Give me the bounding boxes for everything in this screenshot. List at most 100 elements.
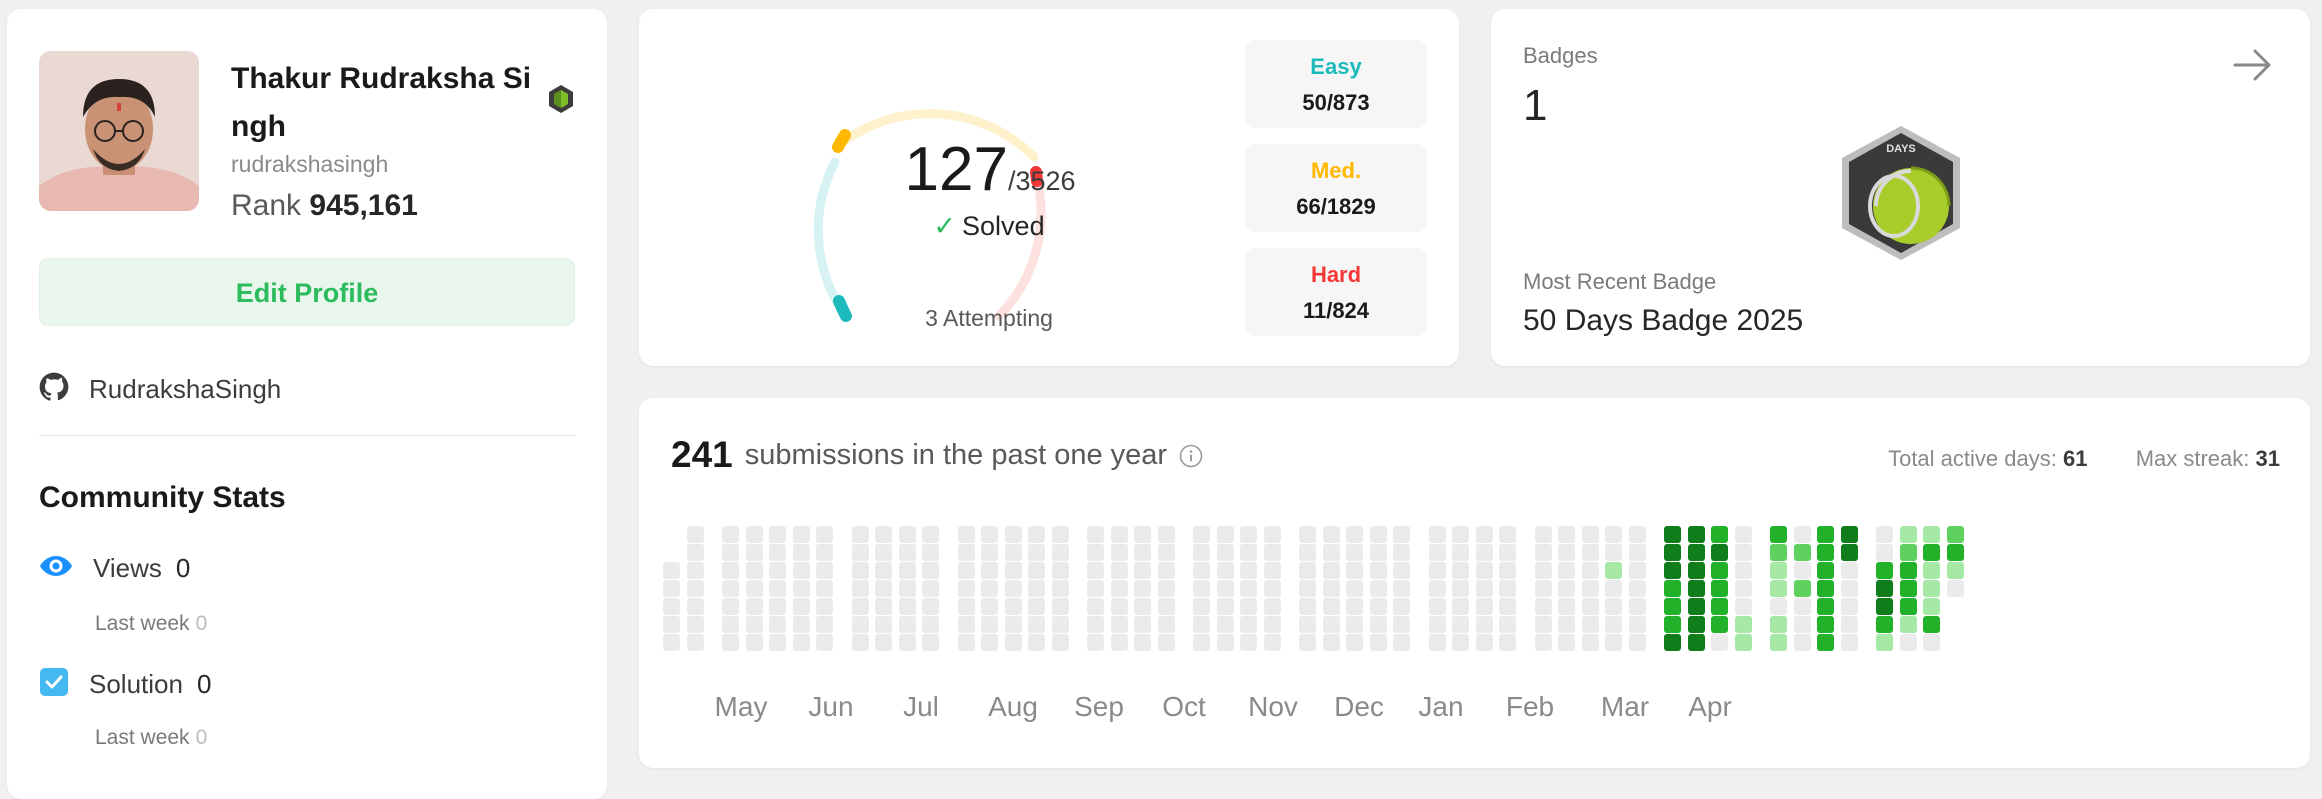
heatmap-cell[interactable] — [1876, 544, 1893, 561]
heatmap-cell[interactable] — [1393, 526, 1410, 543]
heatmap-cell[interactable] — [1770, 544, 1787, 561]
heatmap-cell[interactable] — [1499, 526, 1516, 543]
heatmap-cell[interactable] — [1770, 616, 1787, 633]
heatmap-cell[interactable] — [957, 562, 975, 579]
heatmap-cell[interactable] — [1711, 562, 1728, 579]
heatmap-cell[interactable] — [922, 580, 939, 597]
heatmap-cell[interactable] — [922, 598, 939, 615]
heatmap-cell[interactable] — [1110, 544, 1128, 561]
heatmap-cell[interactable] — [769, 544, 786, 561]
heatmap-cell[interactable] — [957, 616, 975, 633]
heatmap-cell[interactable] — [1605, 598, 1622, 615]
heatmap-cell[interactable] — [1876, 598, 1893, 615]
heatmap-cell[interactable] — [981, 562, 998, 579]
heatmap-cell[interactable] — [1876, 634, 1893, 651]
heatmap-cell[interactable] — [722, 580, 739, 597]
heatmap-cell[interactable] — [816, 598, 833, 615]
heatmap-cell[interactable] — [981, 616, 998, 633]
heatmap-cell[interactable] — [851, 580, 869, 597]
heatmap-cell[interactable] — [1534, 544, 1552, 561]
heatmap-cell[interactable] — [851, 616, 869, 633]
heatmap-cell[interactable] — [1393, 598, 1410, 615]
heatmap-cell[interactable] — [1946, 544, 1964, 561]
heatmap-cell[interactable] — [769, 634, 786, 651]
heatmap-cell[interactable] — [1240, 616, 1257, 633]
heatmap-cell[interactable] — [1817, 562, 1834, 579]
heatmap-cell[interactable] — [686, 562, 704, 579]
heatmap-cell[interactable] — [1004, 544, 1022, 561]
heatmap-cell[interactable] — [1087, 562, 1104, 579]
heatmap-cell[interactable] — [1004, 616, 1022, 633]
heatmap-cell[interactable] — [922, 562, 939, 579]
info-icon[interactable] — [1179, 443, 1203, 468]
heatmap-cell[interactable] — [1322, 544, 1340, 561]
heatmap-cell[interactable] — [1817, 526, 1834, 543]
heatmap-cell[interactable] — [922, 616, 939, 633]
heatmap-cell[interactable] — [1263, 544, 1281, 561]
heatmap-cell[interactable] — [1687, 616, 1705, 633]
heatmap-cell[interactable] — [722, 562, 739, 579]
heatmap-cell[interactable] — [1770, 580, 1787, 597]
heatmap-cell[interactable] — [1134, 616, 1151, 633]
heatmap-cell[interactable] — [1134, 526, 1151, 543]
heatmap-cell[interactable] — [1216, 580, 1234, 597]
heatmap-cell[interactable] — [1452, 544, 1469, 561]
heatmap-cell[interactable] — [1028, 526, 1045, 543]
heatmap-cell[interactable] — [1028, 616, 1045, 633]
heatmap-cell[interactable] — [792, 634, 810, 651]
heatmap-cell[interactable] — [1534, 598, 1552, 615]
heatmap-cell[interactable] — [1428, 562, 1446, 579]
heatmap-cell[interactable] — [1240, 562, 1257, 579]
heatmap-cell[interactable] — [1369, 634, 1387, 651]
heatmap-cell[interactable] — [1628, 544, 1646, 561]
heatmap-cell[interactable] — [1369, 598, 1387, 615]
heatmap-cell[interactable] — [851, 634, 869, 651]
heatmap-cell[interactable] — [1452, 526, 1469, 543]
heatmap-cell[interactable] — [792, 580, 810, 597]
heatmap-cell[interactable] — [1558, 580, 1575, 597]
heatmap-cell[interactable] — [981, 634, 998, 651]
easy-box[interactable]: Easy 50/873 — [1245, 40, 1427, 128]
heatmap-cell[interactable] — [1322, 634, 1340, 651]
heatmap-cell[interactable] — [1110, 616, 1128, 633]
heatmap-cell[interactable] — [1475, 634, 1493, 651]
heatmap-cell[interactable] — [1346, 544, 1363, 561]
heatmap-cell[interactable] — [1346, 616, 1363, 633]
heatmap-cell[interactable] — [1428, 544, 1446, 561]
heatmap-cell[interactable] — [1216, 544, 1234, 561]
heatmap-cell[interactable] — [1734, 598, 1752, 615]
heatmap-cell[interactable] — [1051, 598, 1069, 615]
heatmap-cell[interactable] — [1393, 562, 1410, 579]
heatmap-cell[interactable] — [769, 562, 786, 579]
heatmap-cell[interactable] — [1581, 526, 1599, 543]
avatar[interactable] — [39, 51, 199, 211]
heatmap-cell[interactable] — [1687, 562, 1705, 579]
heatmap-cell[interactable] — [1711, 634, 1728, 651]
heatmap-cell[interactable] — [1581, 634, 1599, 651]
heatmap-cell[interactable] — [1770, 526, 1787, 543]
heatmap-cell[interactable] — [769, 526, 786, 543]
heatmap-cell[interactable] — [745, 580, 763, 597]
heatmap-cell[interactable] — [792, 544, 810, 561]
heatmap-cell[interactable] — [1793, 526, 1811, 543]
heatmap-cell[interactable] — [898, 562, 916, 579]
heatmap-cell[interactable] — [816, 526, 833, 543]
heatmap-cell[interactable] — [1499, 544, 1516, 561]
heatmap-cell[interactable] — [1240, 544, 1257, 561]
heatmap-cell[interactable] — [1734, 544, 1752, 561]
heatmap-cell[interactable] — [1946, 580, 1964, 597]
heatmap-cell[interactable] — [1110, 562, 1128, 579]
heatmap-cell[interactable] — [1263, 580, 1281, 597]
heatmap-cell[interactable] — [1134, 598, 1151, 615]
heatmap-cell[interactable] — [1558, 634, 1575, 651]
heatmap-cell[interactable] — [1028, 544, 1045, 561]
heatmap-cell[interactable] — [875, 562, 892, 579]
edit-profile-button[interactable]: Edit Profile — [39, 258, 575, 326]
heatmap-cell[interactable] — [722, 634, 739, 651]
heatmap-cell[interactable] — [1734, 634, 1752, 651]
heatmap-cell[interactable] — [922, 634, 939, 651]
heatmap-cell[interactable] — [686, 616, 704, 633]
heatmap-cell[interactable] — [922, 544, 939, 561]
heatmap-cell[interactable] — [1840, 580, 1858, 597]
heatmap-cell[interactable] — [1004, 526, 1022, 543]
